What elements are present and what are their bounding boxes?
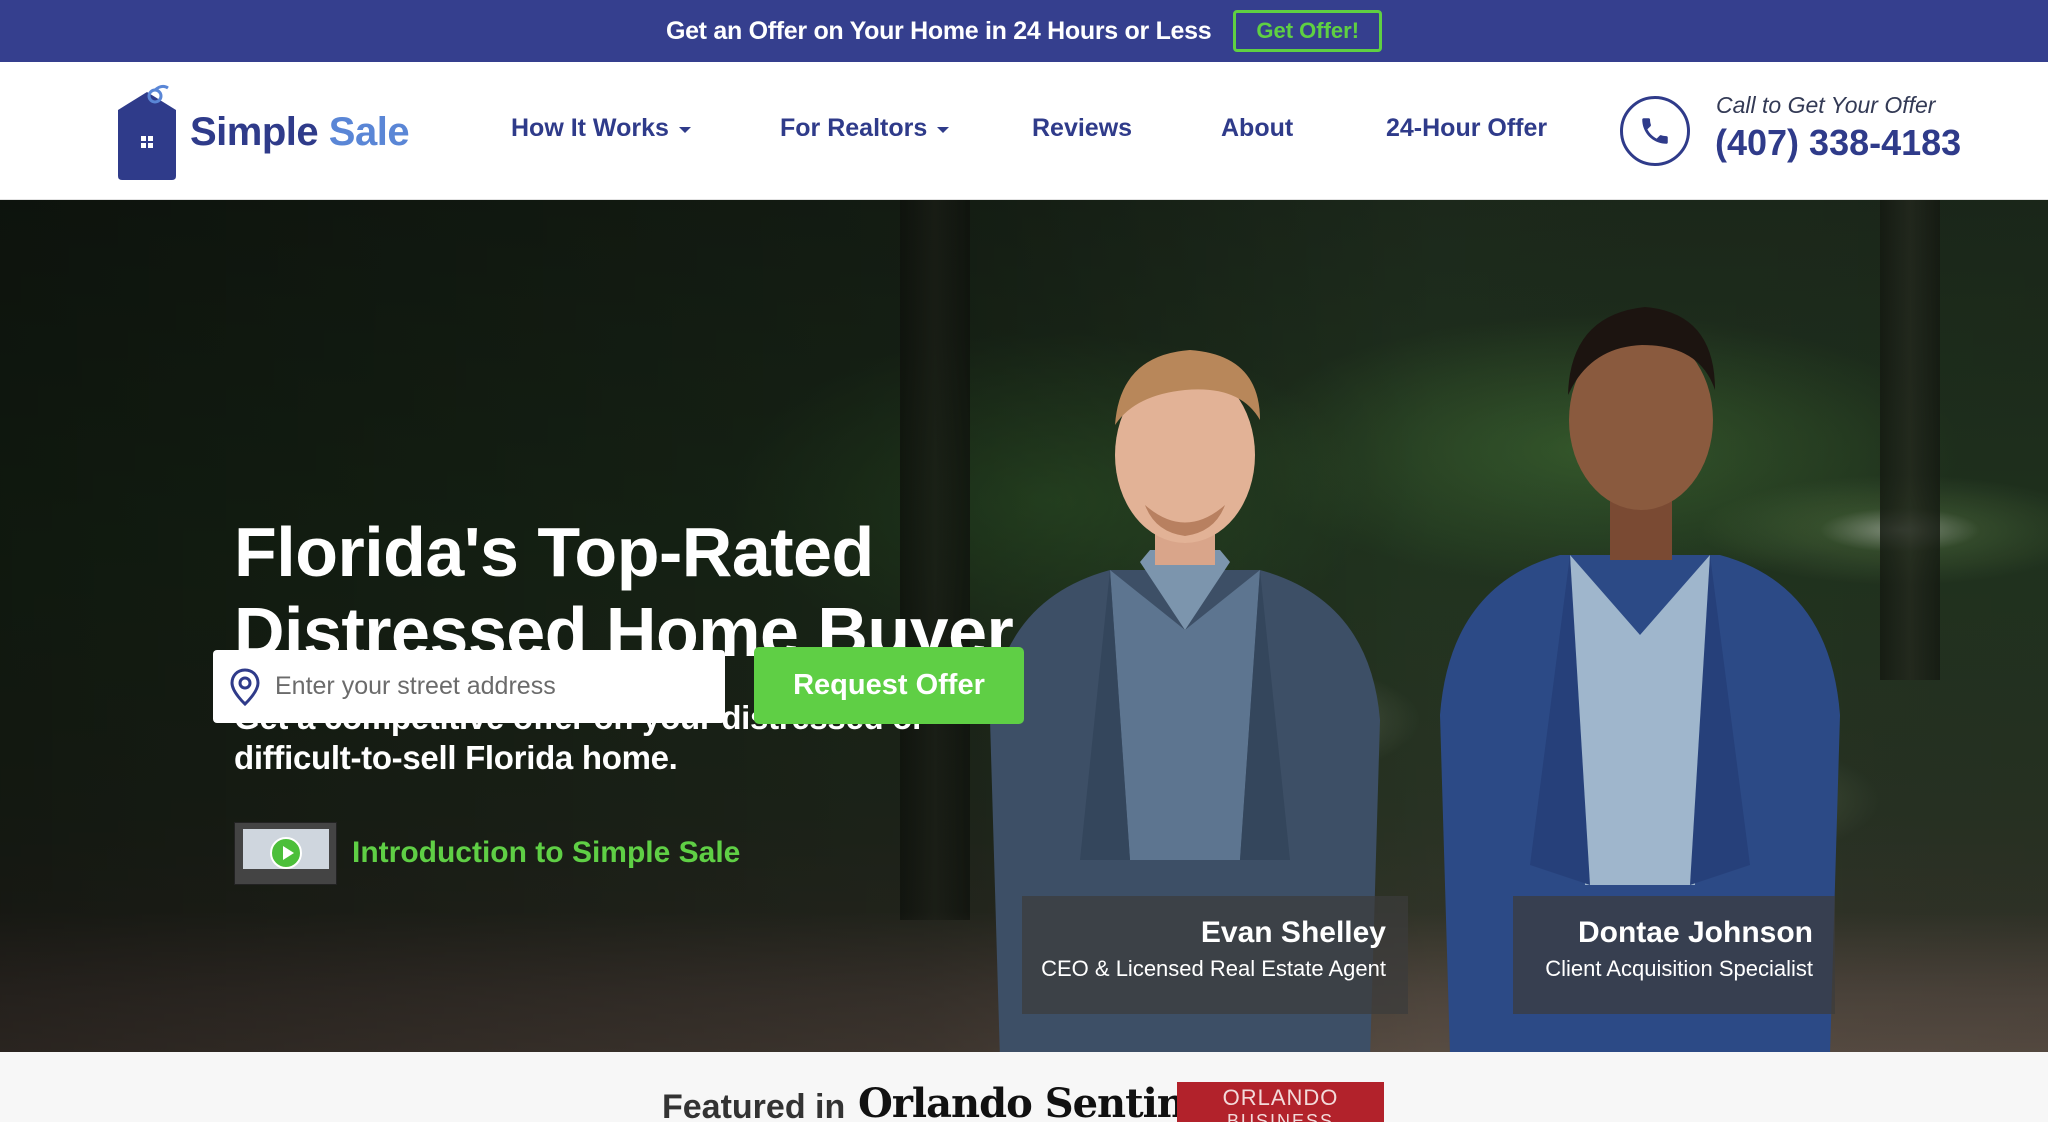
person-caption-dontae: Dontae Johnson Client Acquisition Specia…: [1513, 896, 1835, 1014]
phone-icon[interactable]: [1620, 96, 1690, 166]
video-thumbnail[interactable]: [234, 822, 337, 885]
chevron-down-icon: [678, 127, 691, 133]
address-search-box[interactable]: [213, 650, 725, 723]
person-caption-evan: Evan Shelley CEO & Licensed Real Estate …: [1022, 896, 1408, 1014]
phone-number-link[interactable]: (407) 338-4183: [1715, 122, 1961, 164]
nav-label: About: [1221, 114, 1294, 142]
featured-in-strip: Featured in Orlando Sentinel ORLANDO BUS…: [0, 1052, 2048, 1122]
nav-how-it-works[interactable]: How It Works: [511, 114, 691, 143]
address-input[interactable]: [275, 672, 705, 701]
nav-reviews[interactable]: Reviews: [1032, 114, 1132, 143]
promo-text: Get an Offer on Your Home in 24 Hours or…: [665, 16, 1212, 45]
request-offer-button[interactable]: Request Offer: [754, 647, 1024, 724]
person-name: Dontae Johnson: [1577, 916, 1813, 949]
nav-for-realtors[interactable]: For Realtors: [780, 114, 950, 143]
logo-word-sale: Sale: [328, 109, 410, 154]
nav-label: How It Works: [511, 114, 669, 142]
nav-about[interactable]: About: [1221, 114, 1293, 143]
location-pin-icon: [227, 667, 263, 707]
hero-section: Florida's Top-Rated Distressed Home Buye…: [0, 200, 2048, 1052]
logo-wordmark: Simple Sale: [190, 109, 410, 155]
nav-label: Reviews: [1032, 114, 1133, 142]
logo-word-simple: Simple: [190, 109, 319, 154]
play-icon: [270, 837, 302, 869]
person-role: CEO & Licensed Real Estate Agent: [1041, 956, 1386, 981]
house-tag-icon: [114, 84, 180, 180]
site-header: Simple Sale How It Works For Realtors Re…: [0, 62, 2048, 200]
orlando-sentinel-logo: Orlando Sentinel: [858, 1080, 1225, 1122]
nav-24-hour-offer[interactable]: 24-Hour Offer: [1386, 114, 1547, 143]
orlando-business-journal-logo: ORLANDO BUSINESS JOURNAL: [1177, 1082, 1384, 1122]
person-role: Client Acquisition Specialist: [1545, 956, 1813, 981]
intro-video-link[interactable]: Introduction to Simple Sale: [352, 836, 740, 870]
obj-line2: BUSINESS JOURNAL: [1226, 1111, 1335, 1122]
person-name: Evan Shelley: [1200, 916, 1386, 949]
nav-label: For Realtors: [780, 114, 928, 142]
nav-label: 24-Hour Offer: [1386, 114, 1548, 142]
promo-bar: Get an Offer on Your Home in 24 Hours or…: [0, 0, 2048, 62]
featured-label: Featured in: [662, 1088, 846, 1122]
logo[interactable]: Simple Sale: [114, 84, 410, 180]
call-label: Call to Get Your Offer: [1716, 92, 1936, 118]
chevron-down-icon: [937, 127, 950, 133]
get-offer-button[interactable]: Get Offer!: [1233, 10, 1383, 52]
obj-line1: ORLANDO: [1222, 1085, 1339, 1110]
